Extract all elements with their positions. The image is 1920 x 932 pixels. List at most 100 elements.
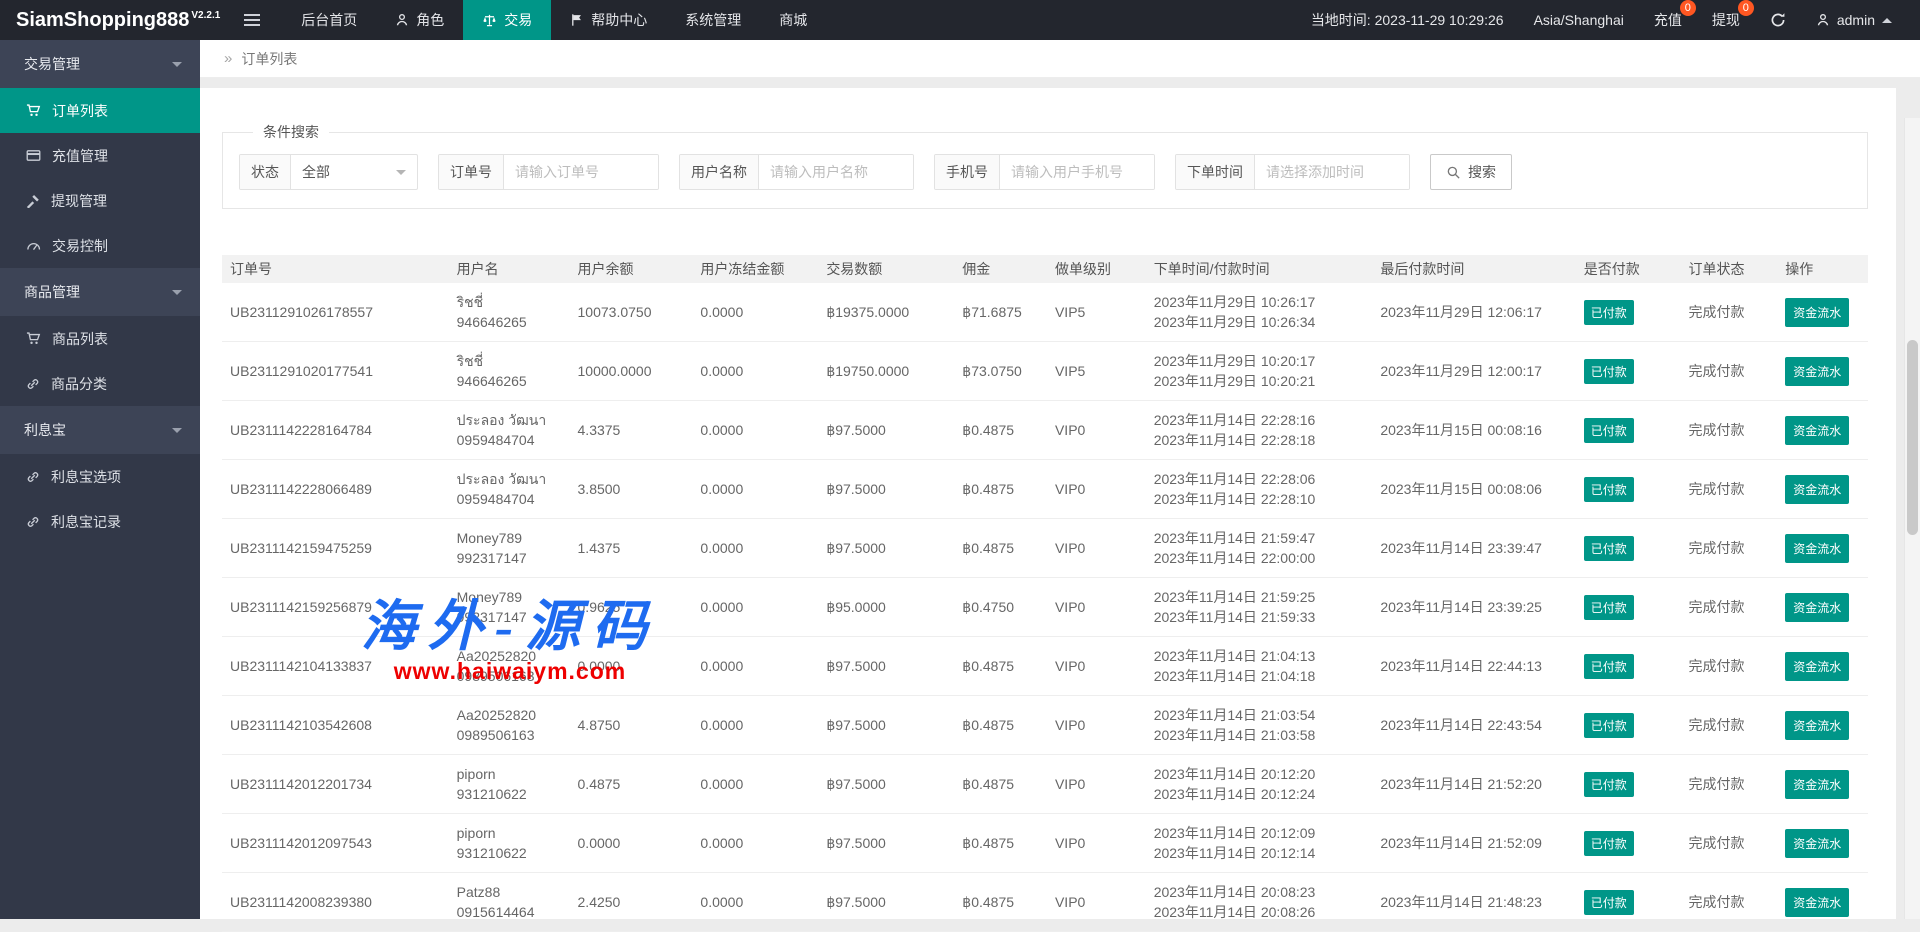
- cell-amount: ฿19375.0000: [818, 283, 954, 342]
- fund-flow-button[interactable]: 资金流水: [1785, 416, 1849, 445]
- top-menu-item[interactable]: 后台首页: [282, 0, 376, 40]
- paid-badge: 已付款: [1584, 359, 1634, 384]
- cell-action: 资金流水: [1777, 342, 1868, 401]
- top-menu-item[interactable]: 角色: [376, 0, 463, 40]
- cell-user: Aa202528200989506163: [449, 637, 570, 696]
- cell-commission: ฿0.4875: [954, 814, 1047, 873]
- cell-level: VIP5: [1047, 283, 1146, 342]
- sidebar-item[interactable]: 商品列表: [0, 316, 200, 361]
- search-button[interactable]: 搜索: [1430, 154, 1512, 190]
- table-row: UB2311142159256879Money7899923171470.962…: [222, 578, 1868, 637]
- fund-flow-button[interactable]: 资金流水: [1785, 770, 1849, 799]
- fund-flow-button[interactable]: 资金流水: [1785, 888, 1849, 917]
- fund-flow-button[interactable]: 资金流水: [1785, 711, 1849, 740]
- cell-balance: 0.0000: [570, 814, 693, 873]
- cell-paid: 已付款: [1576, 578, 1681, 637]
- sidebar-item[interactable]: 提现管理: [0, 178, 200, 223]
- fund-flow-button[interactable]: 资金流水: [1785, 534, 1849, 563]
- sidebar-group[interactable]: 商品管理: [0, 268, 200, 316]
- cell-status: 完成付款: [1681, 460, 1778, 519]
- hamburger-icon[interactable]: [244, 11, 260, 29]
- cell-order-pay-time: 2023年11月14日 22:28:062023年11月14日 22:28:10: [1146, 460, 1373, 519]
- fund-flow-button[interactable]: 资金流水: [1785, 652, 1849, 681]
- cell-order-pay-time: 2023年11月14日 21:04:132023年11月14日 21:04:18: [1146, 637, 1373, 696]
- recharge-shortcut[interactable]: 充值 0: [1654, 10, 1682, 30]
- cell-commission: ฿0.4875: [954, 637, 1047, 696]
- cell-commission: ฿0.4875: [954, 519, 1047, 578]
- sidebar-item-label: 商品列表: [52, 329, 108, 349]
- paid-badge: 已付款: [1584, 772, 1634, 797]
- phone-input[interactable]: [1000, 155, 1154, 189]
- fund-flow-button[interactable]: 资金流水: [1785, 298, 1849, 327]
- cell-user: ประลอง วัฒนา0959484704: [449, 460, 570, 519]
- cell-commission: ฿71.6875: [954, 283, 1047, 342]
- cell-last-pay-time: 2023年11月14日 21:52:09: [1372, 814, 1575, 873]
- card-icon: [26, 148, 41, 163]
- breadcrumb: » 订单列表: [200, 40, 1920, 78]
- cell-status: 完成付款: [1681, 401, 1778, 460]
- sidebar-item[interactable]: 交易控制: [0, 223, 200, 268]
- username-input[interactable]: [759, 155, 913, 189]
- cell-status: 完成付款: [1681, 755, 1778, 814]
- cell-status: 完成付款: [1681, 696, 1778, 755]
- fund-flow-button[interactable]: 资金流水: [1785, 593, 1849, 622]
- cell-balance: 4.3375: [570, 401, 693, 460]
- user-menu[interactable]: admin: [1816, 12, 1892, 28]
- local-time: 当地时间: 2023-11-29 10:29:26: [1311, 10, 1504, 30]
- cell-order-id: UB2311142012097543: [222, 814, 449, 873]
- table-row: UB2311142228164784ประลอง วัฒนา0959484704…: [222, 401, 1868, 460]
- app-title: SiamShopping888: [16, 9, 189, 31]
- cell-action: 资金流水: [1777, 401, 1868, 460]
- top-menu-item[interactable]: 系统管理: [666, 0, 760, 40]
- cell-user: Patz880915614464: [449, 873, 570, 932]
- status-filter: 状态 全部: [239, 154, 418, 190]
- cell-status: 完成付款: [1681, 637, 1778, 696]
- fund-flow-button[interactable]: 资金流水: [1785, 475, 1849, 504]
- recharge-label: 充值: [1654, 12, 1682, 28]
- top-menu-item[interactable]: 交易: [463, 0, 551, 40]
- sidebar-item-label: 商品分类: [51, 374, 107, 394]
- cell-balance: 2.4250: [570, 873, 693, 932]
- cell-user: ริชชี่946646265: [449, 342, 570, 401]
- paid-badge: 已付款: [1584, 713, 1634, 738]
- order-time-input[interactable]: [1255, 155, 1409, 189]
- cell-order-id: UB2311291026178557: [222, 283, 449, 342]
- sidebar-item[interactable]: 利息宝记录: [0, 499, 200, 544]
- withdraw-badge: 0: [1738, 0, 1754, 16]
- sidebar-item[interactable]: 充值管理: [0, 133, 200, 178]
- cell-frozen: 0.0000: [692, 578, 818, 637]
- cell-amount: ฿97.5000: [818, 873, 954, 932]
- status-select[interactable]: 全部: [291, 155, 417, 189]
- cell-paid: 已付款: [1576, 401, 1681, 460]
- timezone[interactable]: Asia/Shanghai: [1534, 12, 1624, 28]
- withdraw-shortcut[interactable]: 提现 0: [1712, 10, 1740, 30]
- cell-paid: 已付款: [1576, 283, 1681, 342]
- cell-commission: ฿0.4750: [954, 578, 1047, 637]
- order-no-input[interactable]: [504, 155, 658, 189]
- sidebar-item[interactable]: 订单列表: [0, 88, 200, 133]
- cell-amount: ฿97.5000: [818, 755, 954, 814]
- refresh-icon[interactable]: [1770, 12, 1786, 28]
- top-menu-item[interactable]: 商城: [760, 0, 826, 40]
- fund-flow-button[interactable]: 资金流水: [1785, 829, 1849, 858]
- table-header-row: 订单号用户名用户余额用户冻结金额交易数额佣金做单级别下单时间/付款时间最后付款时…: [222, 255, 1868, 283]
- sidebar-item[interactable]: 商品分类: [0, 361, 200, 406]
- sidebar-item-label: 利息宝选项: [51, 467, 121, 487]
- scrollbar-thumb[interactable]: [1907, 340, 1918, 535]
- app-logo[interactable]: SiamShopping888V2.2.1: [0, 9, 230, 32]
- cell-user: ริชชี่946646265: [449, 283, 570, 342]
- fund-flow-button[interactable]: 资金流水: [1785, 357, 1849, 386]
- paid-badge: 已付款: [1584, 654, 1634, 679]
- column-header: 用户冻结金额: [692, 255, 818, 283]
- order-no-label: 订单号: [439, 155, 504, 189]
- sidebar-group[interactable]: 利息宝: [0, 406, 200, 454]
- order-time-label: 下单时间: [1176, 155, 1255, 189]
- paid-badge: 已付款: [1584, 831, 1634, 856]
- sidebar-group[interactable]: 交易管理: [0, 40, 200, 88]
- top-menu-item[interactable]: 帮助中心: [551, 0, 666, 40]
- status-label: 状态: [240, 155, 291, 189]
- sidebar-item[interactable]: 利息宝选项: [0, 454, 200, 499]
- search-button-label: 搜索: [1468, 162, 1496, 182]
- scrollbar[interactable]: [1904, 118, 1920, 919]
- recharge-badge: 0: [1680, 0, 1696, 16]
